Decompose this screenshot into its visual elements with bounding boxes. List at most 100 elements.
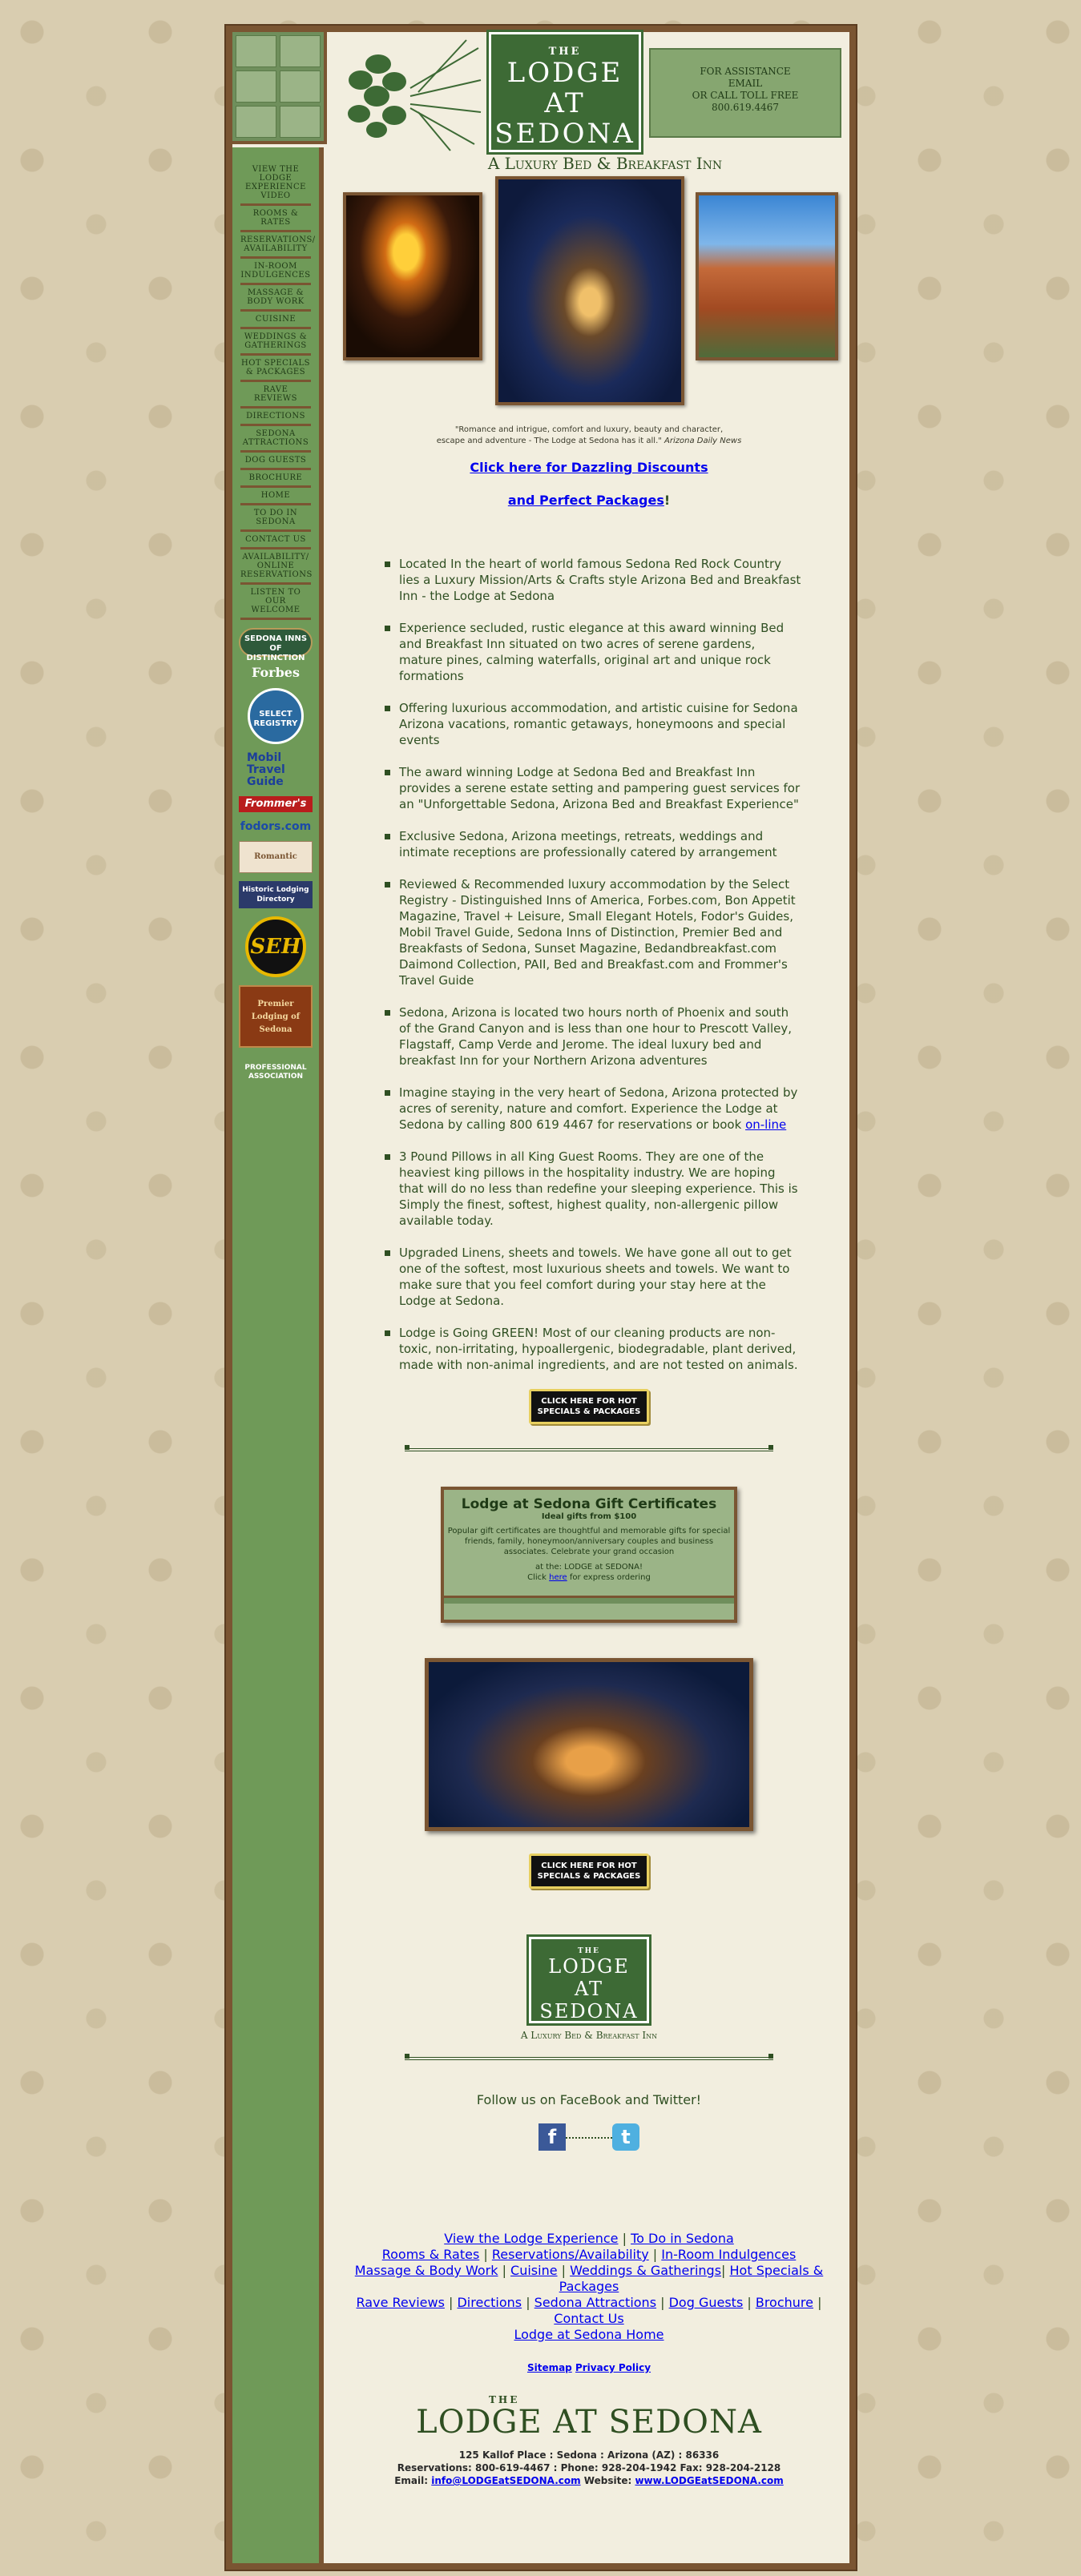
sidebar-item-rooms[interactable]: Rooms & Rates xyxy=(240,206,311,232)
lodge-logo[interactable]: THE LODGE AT SEDONA xyxy=(526,1934,651,2026)
address: 125 Kallof Place : Sedona : Arizona (AZ)… xyxy=(458,2449,720,2461)
hot-specials-button-2[interactable]: CLICK HERE FOR HOT SPECIALS & PACKAGES xyxy=(529,1854,649,1889)
list-item: 3 Pound Pillows in all King Guest Rooms.… xyxy=(385,1149,801,1229)
grid-cell xyxy=(280,70,321,103)
sidebar-item-massage[interactable]: Massage & Body Work xyxy=(240,285,311,312)
sedona-inns-badge[interactable]: SEDONA INNS OF DISTINCTION xyxy=(239,628,313,662)
phone-numbers: Reservations: 800-619-4467 : Phone: 928-… xyxy=(397,2462,781,2473)
list-item: Reviewed & Recommended luxury accommodat… xyxy=(385,876,801,988)
romantic-badge[interactable]: Romantic xyxy=(239,841,313,873)
list-item: The award winning Lodge at Sedona Bed an… xyxy=(385,764,801,812)
online-booking-link[interactable]: on-line xyxy=(745,1117,786,1132)
footer-link-massage[interactable]: Massage & Body Work xyxy=(355,2263,498,2278)
sidebar-item-cuisine[interactable]: Cuisine xyxy=(240,312,311,329)
pinecone-icon xyxy=(348,39,482,151)
sidebar-item-attractions[interactable]: Sedona Attractions xyxy=(240,426,311,453)
footer-link-weddings[interactable]: Weddings & Gatherings xyxy=(570,2263,721,2278)
sidebar-item-online-reservations[interactable]: Availability/ Online Reservations xyxy=(240,549,312,585)
assistance-box[interactable]: FOR ASSISTANCE EMAIL OR CALL TOLL FREE 8… xyxy=(649,48,841,138)
hot-specials-button[interactable]: CLICK HERE FOR HOT SPECIALS & PACKAGES xyxy=(529,1389,649,1424)
footer-row: Lodge at Sedona Home xyxy=(333,2327,845,2343)
footer-link-directions[interactable]: Directions xyxy=(457,2295,522,2310)
footer-link-reviews[interactable]: Rave Reviews xyxy=(357,2295,445,2310)
fireplace-photo xyxy=(343,192,482,360)
packages-link[interactable]: and Perfect Packages xyxy=(508,493,664,508)
list-item-text: Imagine staying in the very heart of Sed… xyxy=(399,1085,798,1132)
list-item: Sedona, Arizona is located two hours nor… xyxy=(385,1004,801,1069)
footer-link-indulgences[interactable]: In-Room Indulgences xyxy=(661,2247,796,2262)
sidebar-item-welcome-audio[interactable]: Listen to our Welcome xyxy=(240,585,311,620)
privacy-link[interactable]: Privacy Policy xyxy=(575,2362,651,2373)
facebook-icon[interactable]: f xyxy=(538,2123,566,2151)
seh-badge[interactable]: SEH xyxy=(245,916,306,977)
association-badge[interactable]: PROFESSIONAL ASSOCIATION xyxy=(239,1056,313,1096)
footer-link-rooms[interactable]: Rooms & Rates xyxy=(382,2247,480,2262)
quote-text: escape and adventure - The Lodge at Sedo… xyxy=(436,437,662,445)
footer-logo-name: LODGE AT SEDONA xyxy=(416,2404,762,2441)
frommers-badge[interactable]: Frommer's xyxy=(239,796,313,812)
pine-divider xyxy=(405,2054,773,2060)
historic-lodging-badge[interactable]: Historic Lodging Directory xyxy=(239,881,313,908)
logo2-line2: SEDONA xyxy=(539,2000,639,2023)
grid-cell xyxy=(236,70,276,103)
sidebar-item-reservations[interactable]: Reservations/ Availability xyxy=(240,232,315,259)
gift-subtitle: Ideal gifts from $100 xyxy=(541,1512,637,1521)
list-item: Exclusive Sedona, Arizona meetings, retr… xyxy=(385,828,801,860)
packages-bang: ! xyxy=(664,493,671,508)
mobil-guide-badge[interactable]: Mobil Travel Guide xyxy=(239,752,313,788)
grid-cell xyxy=(236,106,276,138)
sidebar-item-brochure[interactable]: Brochure xyxy=(240,470,311,488)
contact-info: 125 Kallof Place : Sedona : Arizona (AZ)… xyxy=(329,2449,849,2487)
list-item: Imagine staying in the very heart of Sed… xyxy=(385,1085,801,1133)
sitemap-link[interactable]: Sitemap xyxy=(527,2362,572,2373)
sidebar-item-indulgences[interactable]: In-Room Indulgences xyxy=(240,259,311,285)
site-logo[interactable]: THE LODGE AT SEDONA xyxy=(486,30,643,155)
assist-email[interactable]: EMAIL xyxy=(651,78,840,90)
fodors-badge[interactable]: fodors.com xyxy=(239,820,313,833)
gift-at-the: at the: LODGE at SEDONA! xyxy=(534,1563,643,1572)
gift-body: Popular gift certificates are thoughtful… xyxy=(447,1527,731,1556)
sidebar-item-reviews[interactable]: Rave Reviews xyxy=(240,382,311,409)
sidebar-item-video[interactable]: View the Lodge Experience Video xyxy=(240,162,311,206)
logo2-line1: LODGE AT xyxy=(548,1955,630,2000)
select-registry-badge[interactable]: SELECT REGISTRY xyxy=(248,688,304,744)
list-item: Experience secluded, rustic elegance at … xyxy=(385,620,801,684)
forbes-badge[interactable]: Forbes xyxy=(239,665,313,680)
footer-link-cuisine[interactable]: Cuisine xyxy=(510,2263,558,2278)
logo-line2: SEDONA xyxy=(494,118,635,150)
list-item: Lodge is Going GREEN! Most of our cleani… xyxy=(385,1325,801,1373)
footer-link-contact[interactable]: Contact Us xyxy=(554,2311,623,2326)
list-item: Located In the heart of world famous Sed… xyxy=(385,556,801,604)
footer-link-dogs[interactable]: Dog Guests xyxy=(669,2295,744,2310)
assist-line: FOR ASSISTANCE xyxy=(700,66,791,77)
website-link[interactable]: www.LODGEatSEDONA.com xyxy=(635,2475,783,2486)
footer-link-attractions[interactable]: Sedona Attractions xyxy=(534,2295,656,2310)
gift-express: for express ordering xyxy=(569,1573,651,1582)
list-item: Offering luxurious accommodation, and ar… xyxy=(385,700,801,748)
sidebar-item-directions[interactable]: Directions xyxy=(240,409,311,426)
sidebar-item-dogs[interactable]: Dog Guests xyxy=(240,453,311,470)
sidebar-item-todo[interactable]: To Do in Sedona xyxy=(240,505,311,532)
sidebar-item-specials[interactable]: Hot Specials & Packages xyxy=(240,356,311,382)
sidebar-item-home[interactable]: Home xyxy=(240,488,311,505)
sidebar-item-weddings[interactable]: Weddings & Gatherings xyxy=(240,329,311,356)
page-content: THE LODGE AT SEDONA FOR ASSISTANCE EMAIL… xyxy=(232,30,849,2563)
footer-row: Rave Reviews | Directions | Sedona Attra… xyxy=(356,2295,822,2310)
twitter-icon[interactable]: t xyxy=(612,2123,639,2151)
footer-link-experience[interactable]: View the Lodge Experience xyxy=(444,2231,618,2246)
footer-link-reservations[interactable]: Reservations/Availability xyxy=(492,2247,649,2262)
footer-link-todo[interactable]: To Do in Sedona xyxy=(631,2231,734,2246)
email-label: Email: xyxy=(394,2475,429,2486)
gift-order-line: Click here for express ordering xyxy=(444,1572,734,1583)
gift-order-link[interactable]: here xyxy=(549,1573,567,1582)
footer-link-brochure[interactable]: Brochure xyxy=(756,2295,813,2310)
sidebar-item-contact[interactable]: Contact Us xyxy=(240,532,311,549)
discounts-link[interactable]: Click here for Dazzling Discounts xyxy=(329,460,849,475)
assist-phone: 800.619.4467 xyxy=(712,102,779,113)
footer-link-home[interactable]: Lodge at Sedona Home xyxy=(514,2327,664,2342)
hot-specials-line2: SPECIALS & PACKAGES xyxy=(537,1407,641,1416)
packages-line: and Perfect Packages! xyxy=(329,493,849,508)
email-link[interactable]: info@LODGEatSEDONA.com xyxy=(431,2475,580,2486)
lodge-evening-photo xyxy=(425,1658,753,1831)
premier-lodging-badge[interactable]: Premier Lodging of Sedona xyxy=(239,985,313,1048)
